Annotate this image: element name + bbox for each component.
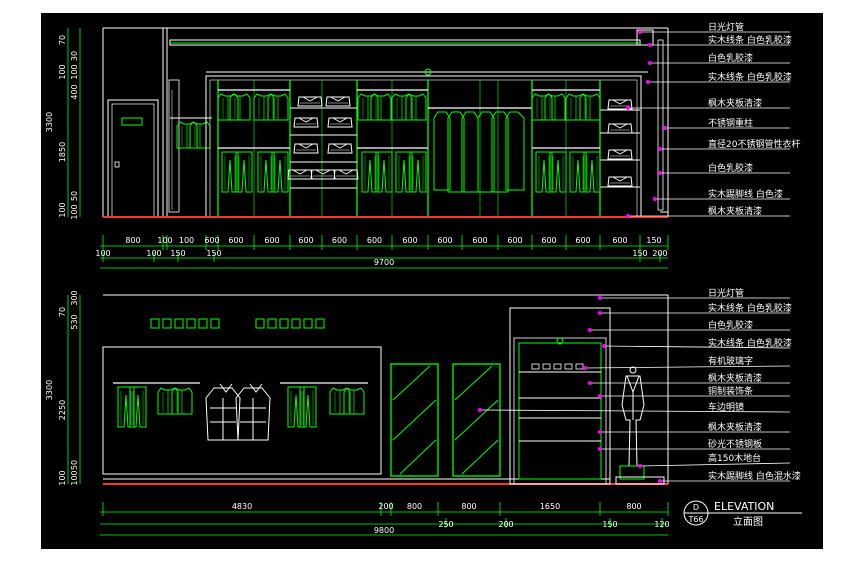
top-dimension-value: 600 [204,236,219,245]
top-dimension-value: 600 [575,236,590,245]
title-block: D T66 ELEVATION 立面图 [683,500,802,528]
top-dimension-value: 150 [632,249,647,258]
top-dimension-value: 600 [437,236,452,245]
top-vertical-dimension: 1850 [58,142,67,162]
top-material-label: 枫木夹板清漆 [708,97,762,109]
bottom-vertical-dimension: 70 [58,307,67,317]
bottom-material-label: 砂光不锈钢板 [708,438,762,450]
top-vertical-dimension: 70 [58,35,67,45]
top-material-label: 直径20不锈钢管性衣杆 [708,138,800,150]
bottom-dimension-value: 150 [602,520,617,529]
top-dimension-value: 800 [125,236,140,245]
bottom-material-label: 铜制装饰条 [708,385,753,397]
top-dimension-value: 150 [170,249,185,258]
bottom-dimension-value: 200 [378,502,393,511]
top-dimension-value: 600 [612,236,627,245]
top-dimension-value: 100 [146,249,161,258]
top-total-dimension: 9700 [374,258,394,267]
elevation-drawing: 日光灯管实木线条 白色乳胶漆白色乳胶漆实木线条 白色乳胶漆枫木夹板清漆不锈钢重柱… [45,21,802,536]
top-dimension-value: 150 [646,236,661,245]
top-dimension-value: 600 [332,236,347,245]
sheet-code: D [693,503,699,512]
bottom-total-dimension: 9800 [374,526,394,535]
bottom-material-label: 日光灯管 [708,287,744,299]
bottom-material-label: 有机玻璃字 [708,355,753,367]
bottom-dimension-value: 1650 [540,502,560,511]
bottom-vertical-dimension: 3300 [45,380,54,400]
bottom-material-label: 实木线条 白色乳胶漆 [708,302,792,314]
top-dimension-value: 600 [367,236,382,245]
top-dimension-value: 200 [652,249,667,258]
sheet-number: T66 [687,515,703,524]
bottom-material-label: 枫木夹板清漆 [708,372,762,384]
top-material-label: 白色乳胶漆 [708,162,753,174]
bottom-material-label: 车边明镜 [708,401,744,413]
bottom-vertical-dimension: 50 [70,460,79,470]
top-material-label: 实木踢脚线 白色漆 [708,188,783,200]
bottom-vertical-dimension: 2250 [58,400,67,420]
bottom-elevation [102,294,669,485]
top-vertical-dimension: 100 [58,64,67,79]
top-dimension-value: 600 [402,236,417,245]
top-vertical-dimension: 50 [70,191,79,201]
bottom-dimension-value: 800 [407,502,422,511]
bottom-vertical-dimension: 100 [58,470,67,485]
top-dimension-value: 600 [541,236,556,245]
bottom-dimension-value: 200 [498,520,513,529]
top-dimension-value: 600 [298,236,313,245]
top-dimension-value: 600 [472,236,487,245]
bottom-dimension-value: 800 [626,502,641,511]
bottom-material-label: 白色乳胶漆 [708,319,753,331]
top-dimension-value: 100 [157,236,172,245]
bottom-vertical-dimension: 100 [70,470,79,485]
top-vertical-dimension: 100 [70,64,79,79]
drawing-title: ELEVATION [714,500,774,513]
bottom-dimension-value: 800 [461,502,476,511]
cad-viewport[interactable]: 日光灯管 实木线条 白色乳胶漆 白色乳胶漆 实木线条 白色乳胶漆 枫木夹板清漆 不锈钢重柱… [0,0,867,562]
top-leader-lines: 日光灯管实木线条 白色乳胶漆白色乳胶漆实木线条 白色乳胶漆枫木夹板清漆不锈钢重柱… [626,21,800,218]
top-vertical-dimension: 3300 [45,112,54,132]
top-material-label: 实木线条 白色乳胶漆 [708,34,792,46]
bottom-dimension-value: 4830 [232,502,252,511]
top-material-label: 白色乳胶漆 [708,52,753,64]
top-material-label: 枫木夹板清漆 [708,205,762,217]
bottom-vertical-dimension: 300 [70,290,79,305]
bottom-dimension-value: 250 [438,520,453,529]
bottom-dimension-value: 120 [654,520,669,529]
top-material-label: 日光灯管 [708,21,744,33]
top-dimension-value: 600 [264,236,279,245]
top-vertical-dimension: 100 [58,202,67,217]
bottom-vertical-dimension: 530 [70,314,79,329]
top-vertical-dimension: 100 [70,204,79,219]
bottom-material-label: 高150木地台 [708,452,761,464]
top-dimension-value: 600 [507,236,522,245]
top-material-label: 实木线条 白色乳胶漆 [708,71,792,83]
top-dimension-value: 600 [228,236,243,245]
bottom-leader-lines: 日光灯管实木线条 白色乳胶漆白色乳胶漆实木线条 白色乳胶漆有机玻璃字枫木夹板清漆… [478,287,801,483]
top-dimension-value: 100 [95,249,110,258]
top-vertical-dimension: 400 [70,84,79,99]
drawing-subtitle: 立面图 [733,515,763,528]
bottom-material-label: 枫木夹板清漆 [708,421,762,433]
top-material-label: 不锈钢重柱 [708,117,753,129]
top-elevation [102,27,669,218]
bottom-material-label: 实木线条 白色乳胶漆 [708,337,792,349]
top-dimension-value: 150 [206,249,221,258]
top-dimension-value: 100 [179,236,194,245]
bottom-material-label: 实木踢脚线 白色混水漆 [708,470,801,482]
top-vertical-dimension: 30 [70,51,79,61]
